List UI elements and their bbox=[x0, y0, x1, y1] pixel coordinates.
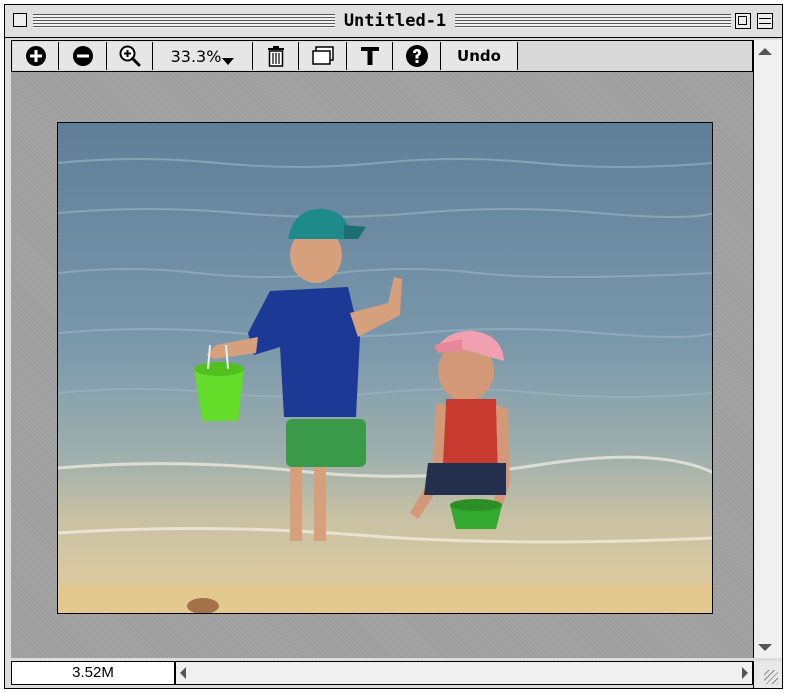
question-circle-icon bbox=[405, 45, 428, 67]
text-t-icon bbox=[360, 47, 379, 65]
minus-circle-icon bbox=[72, 46, 93, 66]
zoom-level-value: 33.3% bbox=[170, 46, 222, 66]
frame-button[interactable] bbox=[299, 42, 347, 70]
beach-photo[interactable] bbox=[57, 122, 713, 614]
zoom-out-button[interactable] bbox=[59, 42, 107, 70]
scroll-up-arrow-icon[interactable] bbox=[758, 48, 772, 55]
frame-icon bbox=[311, 46, 334, 65]
title-stripes-left bbox=[33, 14, 335, 28]
scroll-left-arrow-icon[interactable] bbox=[180, 667, 186, 679]
trash-button[interactable] bbox=[253, 42, 299, 70]
magnify-button[interactable] bbox=[107, 42, 153, 70]
window-title: Untitled-1 bbox=[337, 8, 453, 34]
trash-can-icon bbox=[267, 46, 284, 67]
beach-photo-image bbox=[58, 123, 712, 613]
collapse-box[interactable] bbox=[757, 13, 773, 29]
plus-circle-icon bbox=[25, 46, 46, 66]
canvas-area[interactable] bbox=[11, 72, 753, 658]
scroll-down-arrow-icon[interactable] bbox=[758, 644, 772, 651]
popup-triangle-icon bbox=[222, 58, 235, 65]
magnifier-plus-icon bbox=[119, 45, 140, 67]
horizontal-scrollbar[interactable] bbox=[175, 661, 753, 685]
vertical-scrollbar[interactable] bbox=[753, 40, 782, 658]
zoom-level-popup[interactable]: 33.3% bbox=[153, 42, 253, 70]
text-tool-button[interactable] bbox=[347, 42, 393, 70]
toolbar: 33.3% Undo bbox=[11, 40, 753, 72]
zoom-in-button[interactable] bbox=[13, 42, 59, 70]
title-stripes-right bbox=[455, 14, 731, 28]
undo-label: Undo bbox=[457, 47, 501, 65]
help-button[interactable] bbox=[393, 42, 441, 70]
resize-grow-box[interactable] bbox=[753, 661, 782, 688]
file-size-status: 3.52M bbox=[11, 661, 175, 685]
title-bar[interactable]: Untitled-1 bbox=[5, 5, 782, 38]
close-box[interactable] bbox=[13, 13, 27, 27]
zoom-box[interactable] bbox=[735, 13, 751, 29]
scroll-right-arrow-icon[interactable] bbox=[742, 667, 748, 679]
document-window: Untitled-1 33.3% Undo 3.52M bbox=[4, 4, 783, 689]
undo-button[interactable]: Undo bbox=[441, 42, 518, 70]
